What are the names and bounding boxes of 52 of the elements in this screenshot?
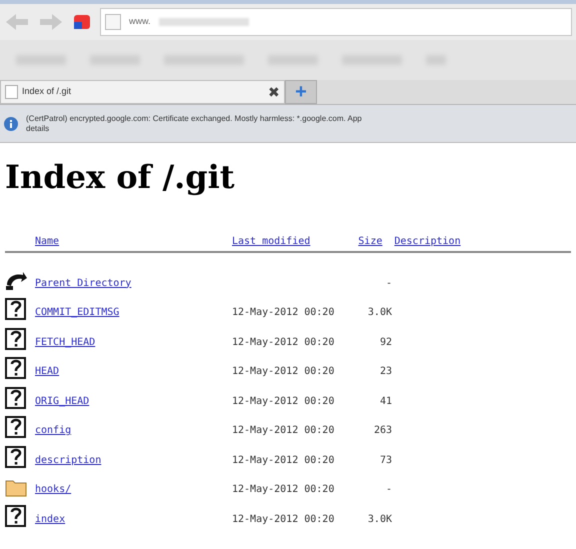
- file-link[interactable]: FETCH_HEAD: [35, 334, 232, 350]
- file-size: 263: [372, 424, 393, 438]
- column-header[interactable]: Size: [358, 234, 382, 248]
- file-size: 3.0K: [367, 306, 393, 320]
- page-icon: [5, 85, 18, 99]
- unknown-file-icon: [5, 357, 27, 379]
- modified-date: 12-May-2012 00:20: [232, 512, 336, 526]
- address-field[interactable]: www.: [100, 8, 572, 36]
- file-link[interactable]: ORIG_HEAD: [35, 394, 232, 408]
- unknown-file-icon: [5, 446, 27, 468]
- unknown-file-icon: [5, 386, 27, 408]
- file-size: -: [384, 276, 393, 290]
- file-link[interactable]: config: [35, 423, 232, 438]
- column-header[interactable]: Name: [35, 234, 232, 248]
- info-message: (CertPatrol) encrypted.google.com: Certificate exchanged. Mostly harmless: *.google.com. App: [26, 114, 362, 124]
- forward-arrow-icon[interactable]: [38, 12, 64, 32]
- column-header[interactable]: Last modified: [232, 234, 310, 248]
- page-title: Index of /.git: [5, 157, 236, 198]
- file-link[interactable]: description: [35, 452, 232, 468]
- unknown-file-icon: [5, 416, 27, 438]
- address-text: www.: [129, 15, 151, 28]
- page-icon: [105, 14, 121, 30]
- file-link[interactable]: index: [35, 512, 232, 526]
- details-link[interactable]: details: [26, 124, 362, 134]
- file-size: 3.0K: [367, 512, 393, 526]
- unknown-file-icon: [5, 504, 27, 526]
- file-link[interactable]: COMMIT_EDITMSG: [35, 305, 232, 320]
- tab-title: Index of /.git: [22, 85, 72, 98]
- file-link[interactable]: hooks/: [35, 482, 232, 497]
- back-arrow-icon[interactable]: [4, 12, 30, 32]
- browser-tab[interactable]: Index of /.git ✖: [0, 80, 285, 104]
- modified-date: 12-May-2012 00:20: [232, 483, 336, 497]
- column-header[interactable]: Description: [394, 234, 461, 248]
- file-link[interactable]: Parent Directory: [35, 276, 232, 290]
- unknown-file-icon: [5, 328, 27, 350]
- file-size: 23: [378, 365, 393, 379]
- file-link[interactable]: HEAD: [35, 364, 232, 379]
- modified-date: 12-May-2012 00:20: [232, 424, 336, 438]
- file-size: 41: [378, 394, 393, 408]
- file-size: -: [384, 483, 393, 497]
- info-icon: [4, 116, 18, 130]
- logo-icon[interactable]: [72, 12, 92, 32]
- unknown-file-icon: [5, 298, 27, 320]
- file-size: 73: [378, 454, 393, 468]
- modified-date: 12-May-2012 00:20: [232, 306, 336, 320]
- modified-date: 12-May-2012 00:20: [232, 394, 336, 408]
- modified-date: 12-May-2012 00:20: [232, 336, 336, 350]
- modified-date: 12-May-2012 00:20: [232, 454, 336, 468]
- modified-date: 12-May-2012 00:20: [232, 365, 336, 379]
- tab-close-button[interactable]: ✖: [268, 85, 280, 99]
- back-arrow-icon: [5, 270, 27, 290]
- file-size: 92: [378, 336, 393, 350]
